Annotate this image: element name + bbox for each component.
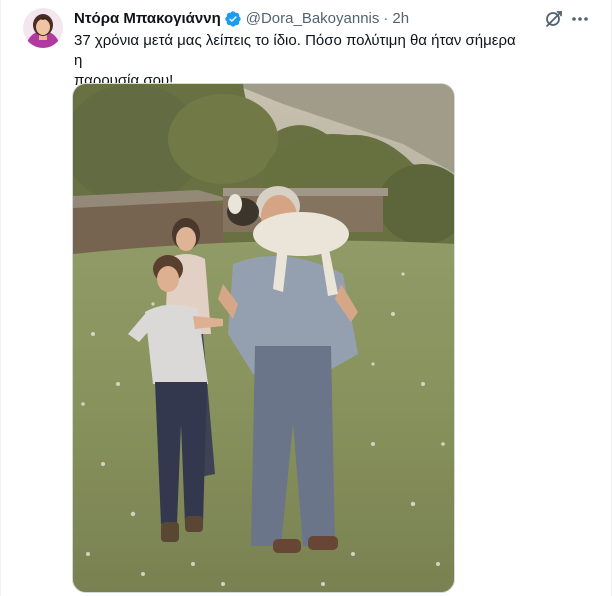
tweet-photo[interactable]: [72, 83, 455, 593]
avatar-image: [23, 8, 63, 48]
tweet-text-line: 37 χρόνια μετά μας λείπεις το ίδιο. Πόσο…: [74, 32, 516, 69]
more-horizontal-icon: [572, 17, 588, 21]
avatar[interactable]: [23, 8, 63, 48]
grok-icon: [546, 11, 562, 27]
tweet-timestamp[interactable]: 2h: [392, 9, 409, 29]
verified-badge-icon: [224, 10, 242, 28]
separator-dot: ·: [383, 10, 389, 27]
tweet-card[interactable]: Ντόρα Μπακογιάννη @Dora_Bakoyannis · 2h …: [0, 0, 612, 596]
author-handle[interactable]: @Dora_Bakoyannis: [246, 9, 380, 29]
more-options-button[interactable]: [570, 9, 590, 29]
grok-button[interactable]: [544, 9, 564, 29]
photo-image: [73, 84, 454, 592]
tweet-header: Ντόρα Μπακογιάννη @Dora_Bakoyannis · 2h: [74, 9, 409, 29]
tweet-text: 37 χρόνια μετά μας λείπεις το ίδιο. Πόσο…: [74, 31, 524, 91]
author-display-name[interactable]: Ντόρα Μπακογιάννη: [74, 9, 221, 29]
